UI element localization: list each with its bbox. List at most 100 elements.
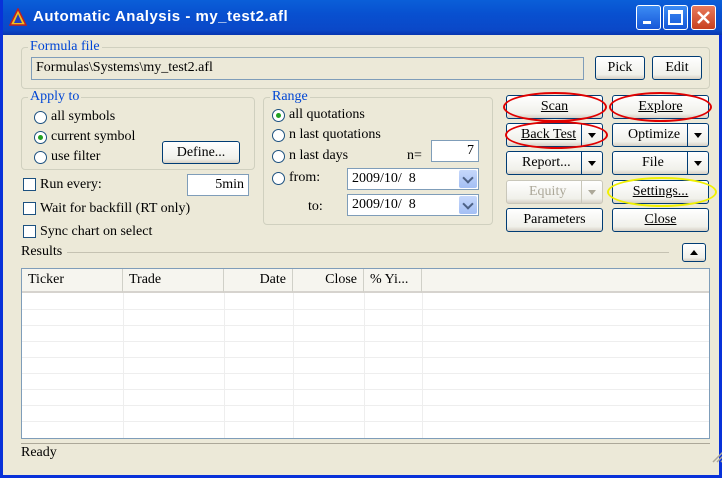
to-label: to: — [308, 199, 323, 214]
to-date-dropdown[interactable] — [459, 196, 477, 214]
grid-col-line — [422, 293, 423, 438]
chevron-down-icon — [462, 172, 474, 184]
explore-button[interactable]: Explore — [612, 95, 709, 119]
from-radio[interactable] — [272, 172, 285, 185]
col-header-date[interactable]: Date — [224, 269, 293, 293]
dropdown-arrow-icon — [694, 161, 702, 166]
current-symbol-radio[interactable] — [34, 131, 47, 144]
run-every-label: Run every: — [40, 177, 102, 192]
resize-grip-icon[interactable] — [710, 449, 722, 463]
results-table[interactable]: Ticker Trade Date Close % Yi... — [21, 268, 710, 439]
explore-label: Explore — [638, 99, 683, 114]
from-date-value: 2009/10/ 8 — [352, 171, 416, 186]
equity-button[interactable]: Equity — [506, 180, 603, 204]
all-quotations-label: all quotations — [289, 107, 365, 122]
all-quotations-radio[interactable] — [272, 109, 285, 122]
file-button[interactable]: File — [612, 151, 709, 175]
amibroker-app-icon — [9, 8, 27, 26]
col-header-filler — [422, 269, 709, 293]
file-dropdown[interactable] — [687, 152, 708, 174]
window-title: Automatic Analysis - my_test2.afl — [33, 8, 289, 25]
chevron-up-icon — [690, 250, 698, 255]
settings-label: Settings... — [632, 184, 689, 199]
grid-col-line — [224, 293, 225, 438]
scan-button[interactable]: Scan — [506, 95, 603, 119]
run-every-checkbox[interactable] — [23, 178, 36, 191]
col-header-ticker[interactable]: Ticker — [22, 269, 123, 293]
back-test-button[interactable]: Back Test — [506, 123, 603, 147]
formula-path-field[interactable]: Formulas\Systems\my_test2.afl — [31, 57, 584, 80]
n-last-days-label: n last days — [289, 148, 349, 163]
close-button[interactable]: Close — [612, 208, 709, 232]
sync-chart-label: Sync chart on select — [40, 224, 153, 239]
sync-chart-checkbox[interactable] — [23, 225, 36, 238]
grid-row-line — [22, 309, 709, 310]
back-test-dropdown[interactable] — [581, 124, 602, 146]
formula-file-label: Formula file — [28, 39, 102, 55]
minimize-icon — [643, 21, 651, 24]
scan-label: Scan — [540, 99, 569, 114]
settings-button[interactable]: Settings... — [612, 180, 709, 204]
minimize-button[interactable] — [636, 5, 661, 30]
wait-backfill-checkbox[interactable] — [23, 202, 36, 215]
back-test-label: Back Test — [521, 127, 577, 142]
close-label: Close — [644, 212, 677, 227]
report-dropdown[interactable] — [581, 152, 602, 174]
from-date-picker[interactable]: 2009/10/ 8 — [347, 168, 479, 190]
grid-row-line — [22, 421, 709, 422]
grid-row-line — [22, 405, 709, 406]
edit-button[interactable]: Edit — [652, 56, 702, 80]
n-last-quotations-radio[interactable] — [272, 129, 285, 142]
all-symbols-radio[interactable] — [34, 111, 47, 124]
equity-dropdown[interactable] — [581, 181, 602, 203]
grid-row-line — [22, 357, 709, 358]
pick-button[interactable]: Pick — [595, 56, 645, 80]
collapse-results-button[interactable] — [682, 243, 706, 262]
grid-col-line — [364, 293, 365, 438]
dropdown-arrow-icon — [588, 190, 596, 195]
maximize-icon — [668, 10, 683, 25]
run-every-interval-field[interactable]: 5min — [187, 174, 249, 196]
automatic-analysis-window: Automatic Analysis - my_test2.afl Formul… — [0, 0, 722, 478]
parameters-label: Parameters — [523, 212, 586, 227]
n-label: n= — [407, 148, 422, 163]
dropdown-arrow-icon — [588, 133, 596, 138]
chevron-down-icon — [462, 198, 474, 210]
report-button[interactable]: Report... — [506, 151, 603, 175]
range-label: Range — [270, 89, 310, 105]
apply-to-label: Apply to — [28, 89, 82, 105]
report-label: Report... — [522, 155, 571, 170]
to-date-value: 2009/10/ 8 — [352, 197, 416, 212]
use-filter-radio[interactable] — [34, 151, 47, 164]
define-button[interactable]: Define... — [162, 141, 240, 164]
grid-col-line — [293, 293, 294, 438]
dropdown-arrow-icon — [588, 161, 596, 166]
col-header-yield[interactable]: % Yi... — [364, 269, 422, 293]
title-bar[interactable]: Automatic Analysis - my_test2.afl — [3, 0, 722, 35]
optimize-button[interactable]: Optimize — [612, 123, 709, 147]
dropdown-arrow-icon — [694, 133, 702, 138]
wait-backfill-label: Wait for backfill (RT only) — [40, 201, 191, 216]
all-symbols-label: all symbols — [51, 109, 116, 124]
close-window-button[interactable] — [691, 5, 716, 30]
optimize-dropdown[interactable] — [687, 124, 708, 146]
grid-col-line — [123, 293, 124, 438]
from-date-dropdown[interactable] — [459, 170, 477, 188]
equity-label: Equity — [529, 184, 567, 199]
results-separator — [67, 252, 669, 253]
grid-row-line — [22, 341, 709, 342]
to-date-picker[interactable]: 2009/10/ 8 — [347, 194, 479, 216]
col-header-trade[interactable]: Trade — [123, 269, 224, 293]
from-label: from: — [289, 170, 321, 185]
n-last-days-radio[interactable] — [272, 150, 285, 163]
maximize-button[interactable] — [663, 5, 688, 30]
status-text: Ready — [21, 445, 57, 460]
use-filter-label: use filter — [51, 149, 101, 164]
results-label: Results — [21, 244, 63, 259]
grid-row-line — [22, 325, 709, 326]
current-symbol-label: current symbol — [51, 129, 136, 144]
col-header-close[interactable]: Close — [293, 269, 364, 293]
parameters-button[interactable]: Parameters — [506, 208, 603, 232]
n-value-field[interactable]: 7 — [431, 140, 479, 162]
grid-row-line — [22, 373, 709, 374]
